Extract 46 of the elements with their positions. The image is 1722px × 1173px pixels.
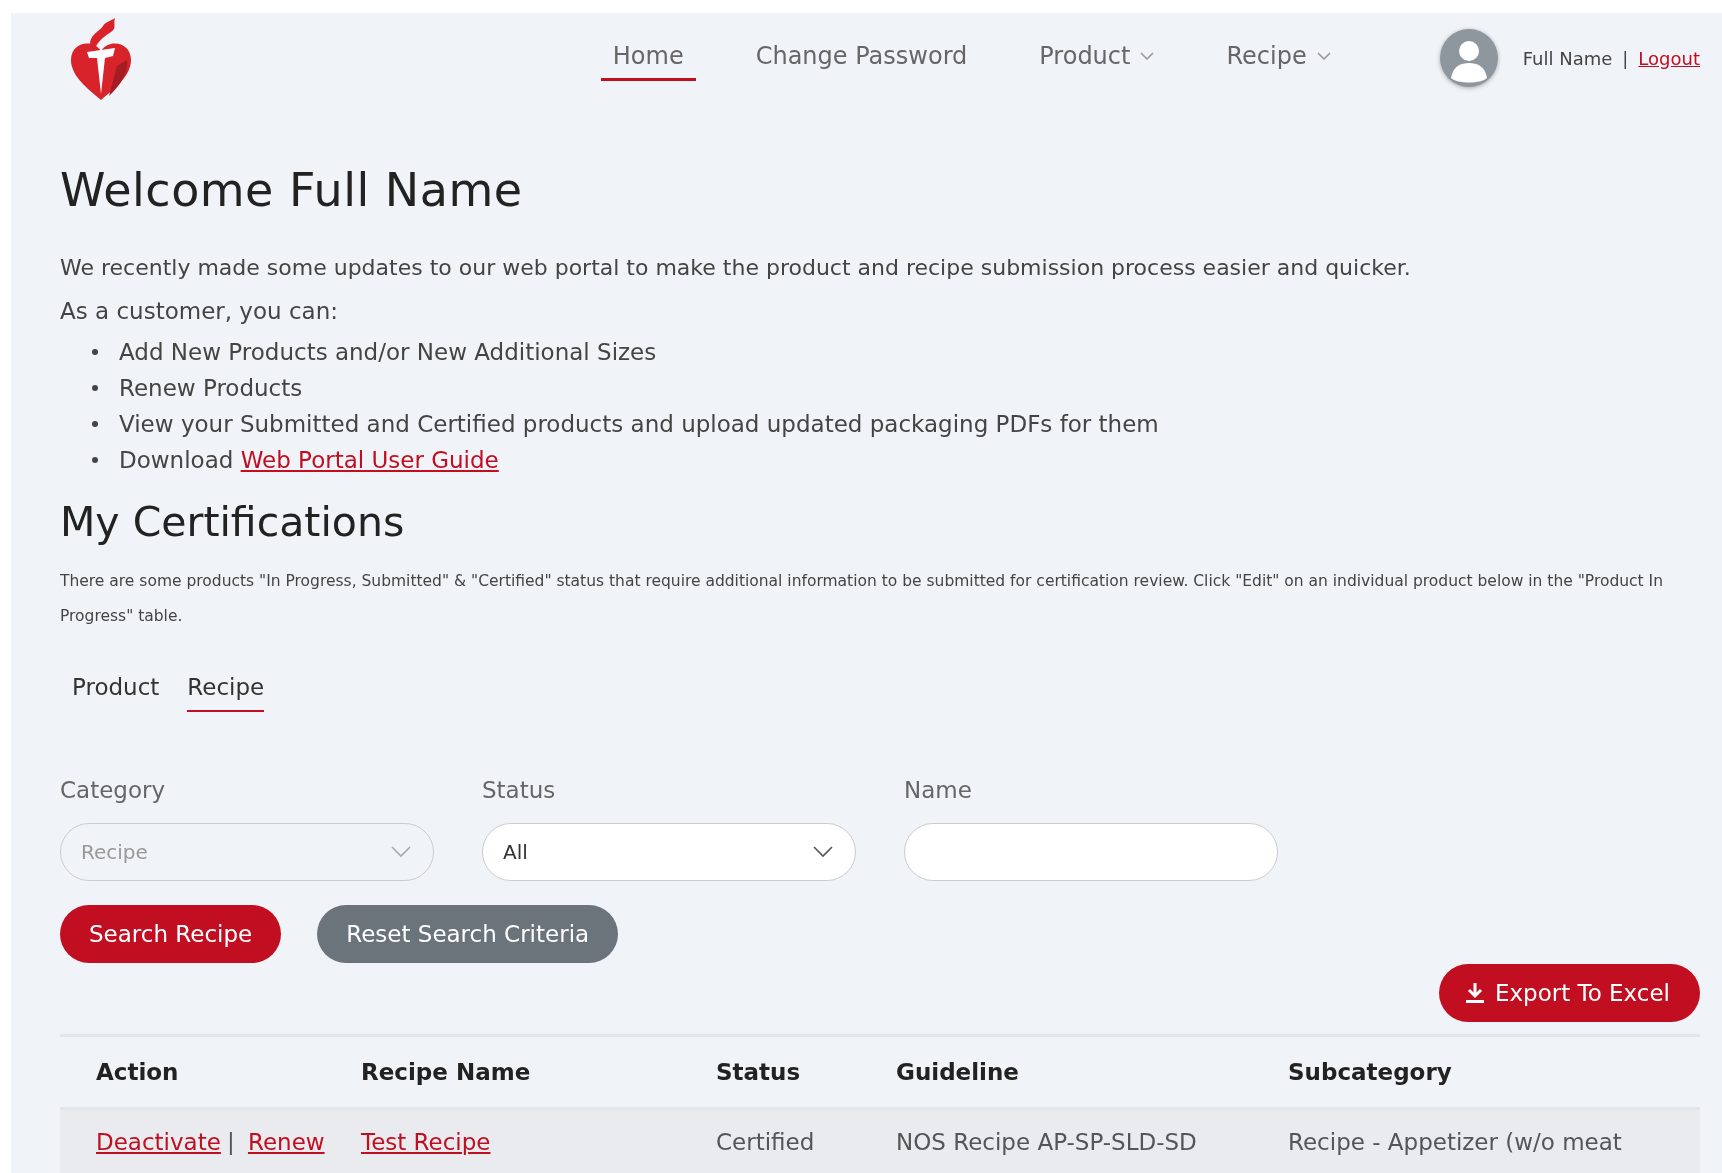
action-link[interactable]: Renew [247,1129,325,1155]
notice-text: There are some products "In Progress, Submitted" & "Certified" status that require additional information to be submitted for certification review. Click "Edit" on an individual product below in the "Product In Progress" table. [60,571,1664,627]
table-cell: Certified [716,1129,815,1155]
select-field[interactable]: All [482,823,856,881]
tab[interactable]: Recipe [187,674,265,712]
list-intro: As a customer, you can: [60,298,339,324]
bullet-icon [92,385,98,391]
guide-link[interactable]: Web Portal User Guide [240,447,499,473]
table-cell: NOS Recipe AP-SP-SLD-SD [896,1129,1197,1155]
nav-link[interactable]: Product [1027,35,1167,81]
nav-link[interactable]: Change Password [743,35,980,81]
bullet-text: View your Submitted and Certified products and upload updated packaging PDFs for them [119,411,1159,437]
action-link[interactable]: Deactivate [96,1129,221,1155]
field-label: Category [60,777,167,803]
chevron-down-icon [813,846,833,858]
logout-link[interactable]: Logout [1638,47,1700,69]
search-button[interactable]: Search Recipe [60,905,282,963]
download-icon [1464,982,1485,1004]
recipe-link[interactable]: Test Recipe [361,1129,491,1155]
column-header: Recipe Name [361,1035,716,1109]
avatar-icon[interactable] [1438,28,1499,88]
export-button[interactable]: Export To Excel [1438,964,1700,1022]
intro-text: We recently made some updates to our web portal to make the product and recipe submission process easier and quicker. [60,255,1412,280]
bullet-icon [92,457,98,463]
column-header: Guideline [896,1035,1288,1109]
nav-link[interactable]: Home [600,35,696,81]
bullet-text: Renew Products [119,375,303,401]
separator: | [1622,47,1629,69]
nav-link[interactable]: Recipe [1214,35,1343,81]
field-label: Status [482,777,557,803]
reset-button[interactable]: Reset Search Criteria [317,905,619,963]
bullet-icon [92,421,98,427]
separator: | [226,1129,235,1155]
bullet-text: Add New Products and/or New Additional Sizes [119,339,657,365]
welcome-heading: Welcome Full Name [60,163,524,217]
bullet-text: Download Web Portal User Guide [119,447,499,473]
table-cell: Recipe - Appetizer (w/o meat [1288,1129,1622,1155]
column-header: Subcategory [1288,1035,1700,1109]
user-name: Full Name [1522,47,1613,69]
field-label: Name [904,777,973,803]
section-heading: My Certifications [60,498,406,546]
bullet-icon [92,349,98,355]
tab[interactable]: Product [72,674,160,712]
chevron-down-icon [391,846,411,858]
column-header: Status [716,1035,896,1109]
column-header: Action [60,1035,361,1109]
